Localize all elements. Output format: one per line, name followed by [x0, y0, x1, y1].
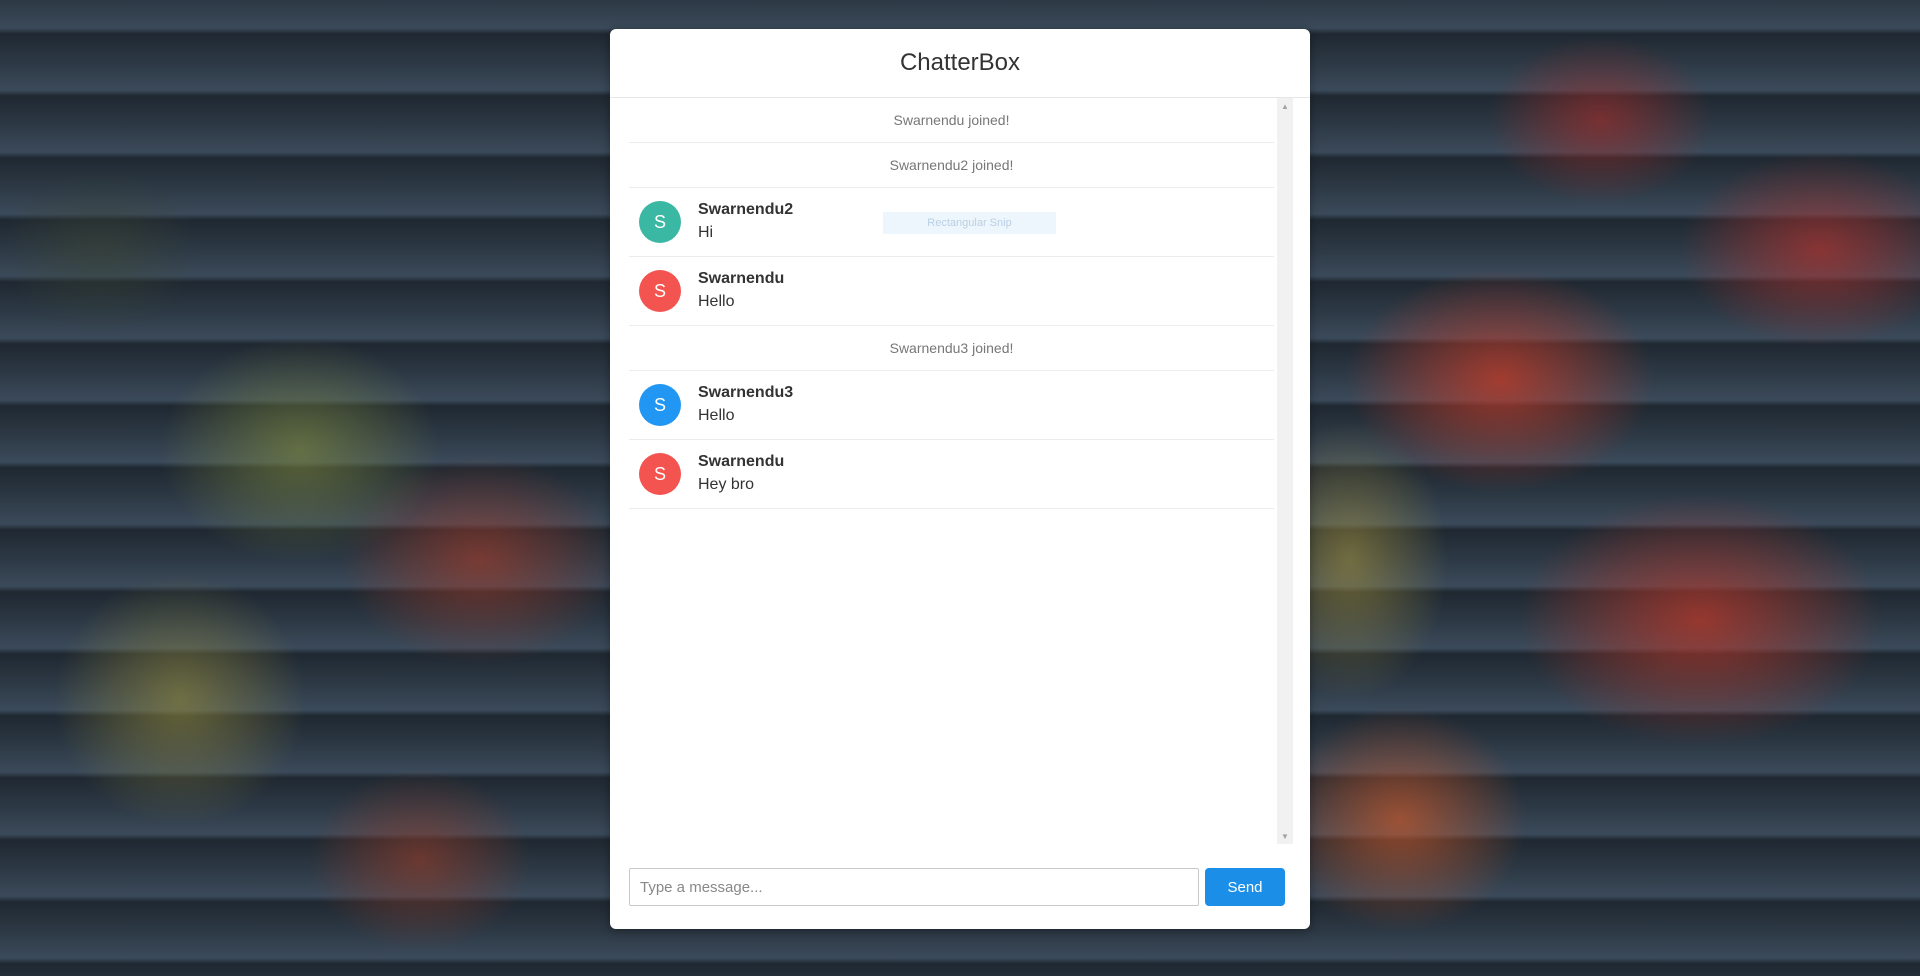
avatar: S	[639, 201, 681, 243]
message-list[interactable]: Swarnendu joined! Swarnendu2 joined! S S…	[610, 98, 1310, 844]
chat-window: ChatterBox Swarnendu joined! Swarnendu2 …	[610, 29, 1310, 929]
scroll-down-icon[interactable]: ▼	[1277, 828, 1293, 844]
app-title: ChatterBox	[899, 49, 1021, 76]
message-username: Swarnendu2	[698, 201, 794, 218]
message-username: Swarnendu	[698, 453, 785, 470]
chat-message: S Swarnendu3 Hello	[629, 371, 1274, 440]
chat-header: ChatterBox	[610, 29, 1310, 98]
avatar: S	[639, 453, 681, 495]
message-text: Hey bro	[698, 476, 755, 493]
message-input[interactable]	[629, 868, 1199, 906]
scroll-up-icon[interactable]: ▲	[1277, 98, 1293, 114]
message-body: Swarnendu3 Hello	[698, 383, 793, 427]
send-button[interactable]: Send	[1205, 868, 1285, 906]
message-composer: Send	[629, 867, 1290, 907]
chat-message: S Swarnendu Hello	[629, 257, 1274, 326]
avatar: S	[639, 270, 681, 312]
rectangular-snip-overlay: Rectangular Snip	[883, 212, 1056, 234]
message-body: Swarnendu Hello	[698, 269, 784, 313]
message-username: Swarnendu	[698, 270, 785, 287]
message-text: Hello	[698, 293, 735, 310]
message-body: Swarnendu Hey bro	[698, 452, 784, 496]
system-message: Swarnendu joined!	[629, 98, 1274, 143]
chat-message: S Swarnendu Hey bro	[629, 440, 1274, 509]
system-message: Swarnendu2 joined!	[629, 143, 1274, 188]
message-text: Hi	[698, 224, 714, 241]
system-message: Swarnendu3 joined!	[629, 326, 1274, 371]
message-body: Swarnendu2 Hi	[698, 200, 793, 244]
message-text: Hello	[698, 407, 735, 424]
message-username: Swarnendu3	[698, 384, 794, 401]
avatar: S	[639, 384, 681, 426]
message-scrollbar[interactable]: ▲ ▼	[1277, 98, 1293, 844]
